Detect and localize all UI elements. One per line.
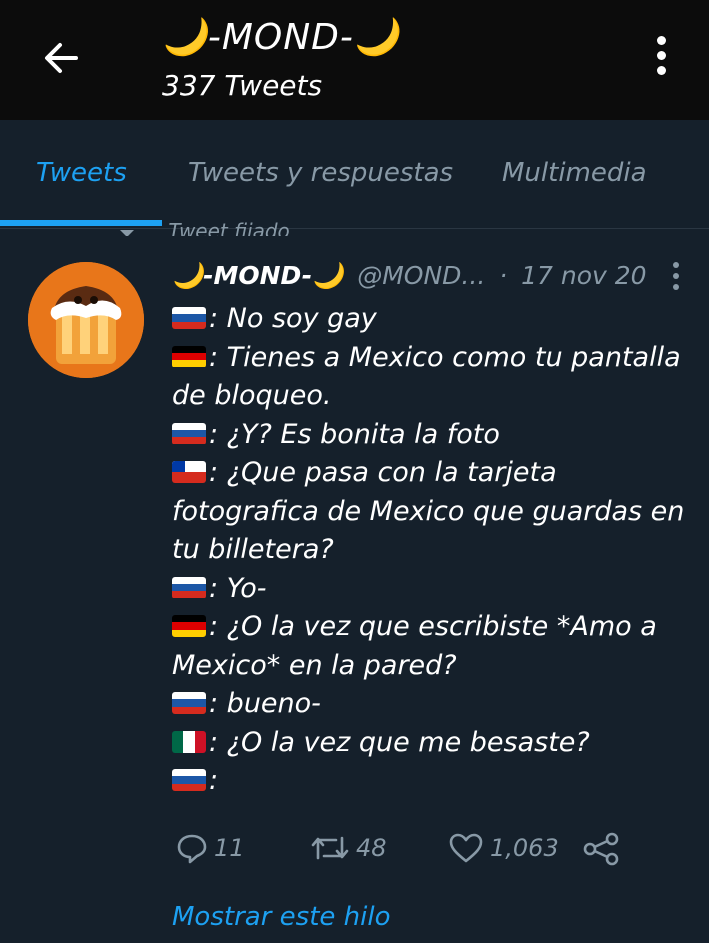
tweet-body: : No soy gay : Tienes a Mexico como tu p… xyxy=(172,300,687,801)
russia-flag-icon xyxy=(172,576,206,599)
top-bar: 🌙-MOND-🌙 337 Tweets xyxy=(0,0,709,120)
header-separator: · xyxy=(499,261,508,290)
tweet-line: : ¿O la vez que me besaste? xyxy=(172,724,687,763)
russia-flag-icon xyxy=(172,422,206,445)
chile-flag-icon xyxy=(172,461,206,483)
reply-count: 11 xyxy=(214,834,245,862)
russia-flag-icon xyxy=(172,692,206,714)
avatar[interactable] xyxy=(28,262,144,378)
tweet-line-text: : xyxy=(209,765,219,796)
reply-button[interactable]: 11 xyxy=(176,832,245,864)
retweet-button[interactable]: 48 xyxy=(310,832,387,864)
share-icon xyxy=(583,832,619,866)
tweet-line-text: : ¿O la vez que me besaste? xyxy=(209,726,590,758)
tweet-line: : ¿Que pasa con la tarjeta fotografica d… xyxy=(172,454,687,570)
tweet-line-text: : ¿Que pasa con la tarjeta fotografica d… xyxy=(172,457,685,565)
retweet-icon xyxy=(311,836,349,860)
tweet-line: : No soy gay xyxy=(172,300,687,339)
tweet-actions: 11 48 1,063 xyxy=(172,828,652,872)
tab-media[interactable]: Multimedia xyxy=(502,158,647,188)
tab-tweets[interactable]: Tweets xyxy=(36,158,127,188)
russia-flag-icon xyxy=(172,307,206,329)
tweet-author-handle[interactable]: @MOND... xyxy=(357,261,485,290)
share-button[interactable] xyxy=(582,832,620,866)
tweet-count: 337 Tweets xyxy=(162,69,323,102)
tweet-line-text: : ¿O la vez que escribiste *Amo a Mexico… xyxy=(172,611,657,681)
profile-header: 🌙-MOND-🌙 337 Tweets xyxy=(162,14,400,106)
tweet-line: : xyxy=(172,762,687,801)
tweet-line-text: : ¿Y? Es bonita la foto xyxy=(209,418,500,450)
germany-flag-icon xyxy=(172,345,206,368)
pinned-tweet-label: Tweet fijado xyxy=(118,222,378,236)
pinned-label-text: Tweet fijado xyxy=(168,222,290,236)
mexico-flag-icon xyxy=(172,730,206,753)
pin-icon xyxy=(120,230,134,236)
tweet-line: : ¿Y? Es bonita la foto xyxy=(172,416,687,455)
tweet-header: 🌙-MOND-🌙 @MOND... · 17 nov 20 xyxy=(172,258,672,294)
retweet-count: 48 xyxy=(356,834,387,862)
tweet-line-text: : No soy gay xyxy=(209,303,377,334)
overflow-menu-icon[interactable] xyxy=(648,36,674,82)
profile-tabs: Tweets Tweets y respuestas Multimedia xyxy=(0,120,709,229)
tab-tweets-and-replies[interactable]: Tweets y respuestas xyxy=(188,158,453,188)
tweet-line-text: : Tienes a Mexico como tu pantalla de bl… xyxy=(172,341,681,412)
show-thread-link[interactable]: Mostrar este hilo xyxy=(172,902,391,932)
like-count: 1,063 xyxy=(490,834,559,862)
tweet-options-icon[interactable] xyxy=(670,262,682,292)
germany-flag-icon xyxy=(172,615,206,637)
tweet-line: : Tienes a Mexico como tu pantalla de bl… xyxy=(172,339,687,416)
tweet-line: : bueno- xyxy=(172,685,687,724)
profile-display-name: 🌙-MOND-🌙 xyxy=(162,17,400,58)
back-arrow-icon[interactable] xyxy=(36,34,90,82)
tweet-author-name[interactable]: 🌙-MOND-🌙 xyxy=(172,261,343,290)
tweet-line: : Yo- xyxy=(172,570,687,609)
reply-icon xyxy=(177,834,207,864)
russia-flag-icon xyxy=(172,769,206,791)
tweet-line: : ¿O la vez que escribiste *Amo a Mexico… xyxy=(172,608,687,685)
like-button[interactable]: 1,063 xyxy=(448,832,559,864)
heart-icon xyxy=(449,833,483,863)
tweet-date[interactable]: 17 nov 20 xyxy=(521,261,646,290)
tweet-line-text: : Yo- xyxy=(209,572,267,604)
tweet-line-text: : bueno- xyxy=(209,688,321,719)
